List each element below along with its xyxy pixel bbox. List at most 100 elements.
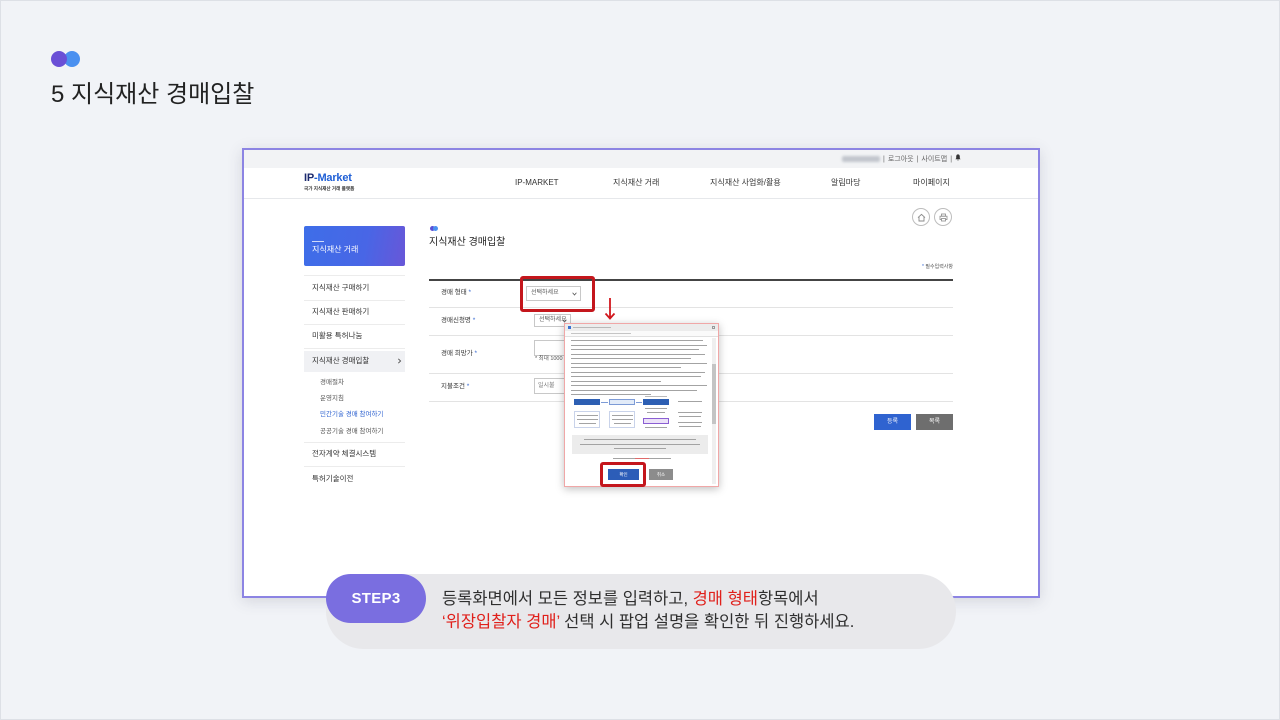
nav-ip-trade[interactable]: 지식재산 거래 (613, 178, 659, 188)
popup-question-highlight (635, 458, 649, 460)
sidebar-subitem-public-auction[interactable]: 공공기술 경매 참여하기 (320, 427, 383, 436)
utility-separator: | (916, 155, 919, 163)
popup-text-line (580, 443, 700, 445)
popup-text-line (645, 395, 667, 397)
popup-text-line (577, 419, 598, 421)
popup-text-line (614, 448, 666, 450)
auction-name-label: 경매신청명 * (441, 317, 475, 325)
popup-text-line (614, 423, 631, 425)
sitemap-link[interactable]: 사이트맵 (921, 155, 947, 164)
auction-type-label-text: 경매 형태 (441, 289, 467, 296)
form-row-divider (429, 307, 953, 308)
payment-terms-label-text: 지불조건 (441, 383, 465, 390)
popup-text-line (612, 419, 633, 421)
payment-terms-label: 지불조건 * (441, 383, 469, 391)
popup-text-line (571, 385, 707, 387)
sidebar-item-auction[interactable]: 지식재산 경매입찰 (304, 356, 405, 366)
screenshot-frame: | 로그아웃 | 사이트맵 | IP-Market 국가 지식재산 거래 플랫폼… (242, 148, 1040, 598)
popup-text-line (678, 401, 702, 403)
popup-diagram-step (609, 399, 635, 405)
popup-address-bar (565, 331, 718, 337)
sidebar-subitem-guidelines[interactable]: 운영지침 (320, 394, 344, 403)
required-mark: * (466, 383, 470, 390)
confirm-highlight-box (600, 462, 646, 487)
popup-notice-box (572, 435, 708, 454)
required-mark: * (472, 317, 476, 324)
popup-diagram-connector (636, 402, 642, 404)
required-mark: * (922, 264, 924, 270)
register-button[interactable]: 등록 (874, 414, 911, 430)
popup-text-line (571, 362, 707, 364)
sidebar-subitem-auction-process[interactable]: 경매절차 (320, 378, 344, 387)
popup-diagram-connector (601, 402, 608, 404)
instruction-text-plain: 항목에서 (757, 590, 819, 608)
sidebar: 지식재산 구매하기 지식재산 판매하기 미활용 특허나눔 지식재산 경매입찰 경… (304, 150, 405, 570)
instruction-text-plain: 등록화면에서 모든 정보를 입력하고, (442, 590, 693, 608)
sidebar-item-tech-transfer[interactable]: 특허기술이전 (304, 474, 405, 484)
popup-diagram-step (574, 399, 600, 405)
popup-title-text (573, 327, 611, 329)
popup-text-line (571, 340, 703, 342)
utility-links: | 로그아웃 | 사이트맵 | (842, 154, 961, 164)
title-dot-purple (51, 51, 67, 67)
nav-mypage[interactable]: 마이페이지 (913, 178, 950, 188)
popup-text-line (645, 408, 667, 410)
popup-address-text (571, 333, 631, 335)
required-mark: * (474, 350, 478, 357)
utility-separator: | (883, 155, 885, 163)
nav-ip-commercialization[interactable]: 지식재산 사업화/활용 (710, 178, 781, 188)
popup-question-text (613, 458, 635, 460)
instruction-highlight: ‘위장입찰자 경매’ (442, 613, 560, 631)
bell-icon[interactable] (955, 154, 961, 164)
sidebar-item-buy[interactable]: 지식재산 구매하기 (304, 283, 405, 293)
popup-text-line (571, 349, 699, 351)
print-button[interactable] (934, 208, 952, 226)
sidebar-divider (304, 275, 405, 276)
sidebar-divider (304, 324, 405, 325)
popup-text-line (612, 415, 633, 417)
popup-text-line (647, 412, 665, 414)
sidebar-divider (304, 442, 405, 443)
sidebar-divider (304, 348, 405, 349)
required-note-label: 필수입력사항 (925, 264, 953, 270)
popup-text-line (571, 371, 705, 373)
instruction-text: 등록화면에서 모든 정보를 입력하고, 경매 형태항목에서 ‘위장입찰자 경매’… (442, 588, 854, 634)
sidebar-item-patent-share[interactable]: 미활용 특허나눔 (304, 331, 405, 341)
title-dots-icon (430, 226, 440, 231)
popup-diagram-step (643, 399, 669, 405)
instruction-highlight: 경매 형태 (692, 590, 758, 608)
auction-type-label: 경매 형태 * (441, 289, 471, 297)
nav-notice[interactable]: 알림마당 (831, 178, 860, 188)
popup-close-icon[interactable] (712, 326, 715, 329)
instruction-panel: STEP3 등록화면에서 모든 정보를 입력하고, 경매 형태항목에서 ‘위장입… (326, 574, 956, 649)
nav-ip-market[interactable]: IP-MARKET (515, 178, 559, 188)
print-icon (939, 213, 947, 221)
popup-question-text (649, 458, 671, 460)
blurred-username (842, 156, 880, 162)
step-badge: STEP3 (326, 574, 426, 623)
popup-text-line (645, 427, 667, 429)
instruction-line-2: ‘위장입찰자 경매’ 선택 시 팝업 설명을 확인한 뒤 진행하세요. (442, 611, 854, 634)
logout-link[interactable]: 로그아웃 (888, 155, 914, 164)
popup-text-line (571, 367, 681, 369)
sidebar-item-e-contract[interactable]: 전자계약 체결시스템 (304, 449, 405, 459)
popup-cancel-button[interactable]: 취소 (649, 469, 673, 480)
popup-scroll-thumb[interactable] (712, 364, 716, 424)
arrow-down-icon (604, 298, 616, 320)
popup-text-line (571, 376, 701, 378)
desired-price-label: 경매 희망가 * (441, 350, 477, 358)
instruction-line-1: 등록화면에서 모든 정보를 입력하고, 경매 형태항목에서 (442, 588, 854, 611)
popup-favicon (568, 326, 571, 329)
sidebar-item-sell[interactable]: 지식재산 판매하기 (304, 307, 405, 317)
popup-text-line (678, 412, 702, 414)
instruction-text-plain: 선택 시 팝업 설명을 확인한 뒤 진행하세요. (559, 613, 855, 631)
popup-text-line (571, 358, 691, 360)
auction-type-highlight-box (520, 276, 595, 312)
popup-text-line (571, 394, 651, 396)
popup-text-line (577, 415, 598, 417)
sidebar-subitem-private-auction[interactable]: 민간기술 경매 참여하기 (320, 410, 383, 419)
home-button[interactable] (912, 208, 930, 226)
list-button[interactable]: 목록 (916, 414, 953, 430)
popup-scrollbar[interactable] (712, 338, 716, 484)
home-icon (917, 213, 925, 221)
